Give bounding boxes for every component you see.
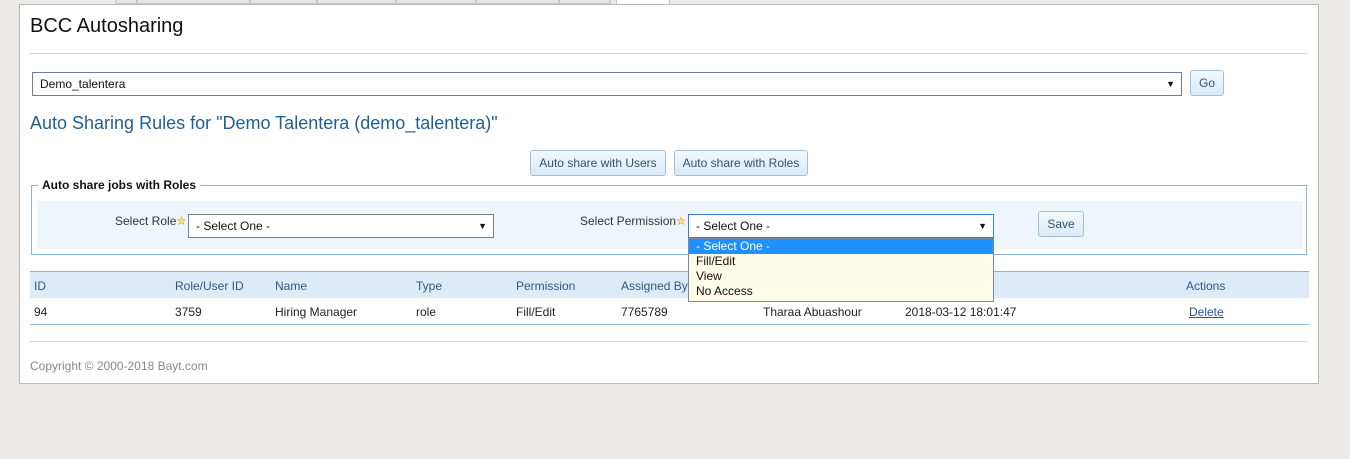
cell-permission: Fill/Edit <box>516 305 556 319</box>
page-title: BCC Autosharing <box>30 15 184 37</box>
permission-option[interactable]: View <box>689 269 993 284</box>
company-select-value: Demo_talentera <box>40 77 126 91</box>
permission-select-value: - Select One - <box>696 219 771 233</box>
required-star-icon: ✮ <box>176 214 187 228</box>
permission-option[interactable]: Fill/Edit <box>689 254 993 269</box>
cell-type: role <box>416 305 437 319</box>
divider <box>30 53 1308 54</box>
auto-share-users-button[interactable]: Auto share with Users <box>530 150 666 176</box>
required-star-icon: ✮ <box>676 214 687 228</box>
cell-assigned-name: Tharaa Abuashour <box>763 305 862 319</box>
col-header-name[interactable]: Name <box>275 279 307 293</box>
col-header-type[interactable]: Type <box>416 279 442 293</box>
table-header: ID Role/User ID Name Type Permission Ass… <box>30 271 1309 298</box>
select-role-label: Select Role✮ <box>115 214 186 228</box>
select-permission-label: Select Permission✮ <box>580 214 686 228</box>
dropdown-arrow-icon: ▼ <box>1166 79 1175 89</box>
permission-dropdown-list: - Select One - Fill/Edit View No Access <box>688 238 994 302</box>
save-button[interactable]: Save <box>1038 211 1084 237</box>
cell-date: 2018-03-12 18:01:47 <box>905 305 1017 319</box>
select-role-label-text: Select Role <box>115 214 177 228</box>
rules-heading: Auto Sharing Rules for "Demo Talentera (… <box>30 113 498 133</box>
cell-id: 94 <box>34 305 48 319</box>
permission-option[interactable]: No Access <box>689 284 993 299</box>
company-select[interactable]: Demo_talentera ▼ <box>32 72 1182 96</box>
main-panel: BCC Autosharing Demo_talentera ▼ Go Auto… <box>19 4 1319 384</box>
delete-link[interactable]: Delete <box>1189 305 1224 319</box>
col-header-permission[interactable]: Permission <box>516 279 575 293</box>
roles-fieldset-legend: Auto share jobs with Roles <box>38 178 201 192</box>
col-header-actions: Actions <box>1186 279 1226 293</box>
dropdown-arrow-icon: ▼ <box>978 221 987 231</box>
permission-option[interactable]: - Select One - <box>689 239 993 254</box>
col-header-role-user-id[interactable]: Role/User ID <box>175 279 244 293</box>
copyright-text: Copyright © 2000-2018 Bayt.com <box>30 359 208 373</box>
role-select[interactable]: - Select One - ▼ <box>188 214 494 238</box>
auto-share-roles-button[interactable]: Auto share with Roles <box>674 150 808 176</box>
table-row: 94 3759 Hiring Manager role Fill/Edit 77… <box>30 298 1309 325</box>
dropdown-arrow-icon: ▼ <box>478 221 487 231</box>
cell-assigned-by: 7765789 <box>621 305 668 319</box>
cell-role-user-id: 3759 <box>175 305 202 319</box>
permission-select[interactable]: - Select One - ▼ <box>688 214 994 238</box>
go-button[interactable]: Go <box>1190 70 1224 96</box>
col-header-assigned-by[interactable]: Assigned By <box>621 279 688 293</box>
footer-divider <box>30 341 1308 342</box>
col-header-id[interactable]: ID <box>34 279 46 293</box>
select-permission-label-text: Select Permission <box>580 214 677 228</box>
role-select-value: - Select One - <box>196 219 271 233</box>
cell-name: Hiring Manager <box>275 305 358 319</box>
